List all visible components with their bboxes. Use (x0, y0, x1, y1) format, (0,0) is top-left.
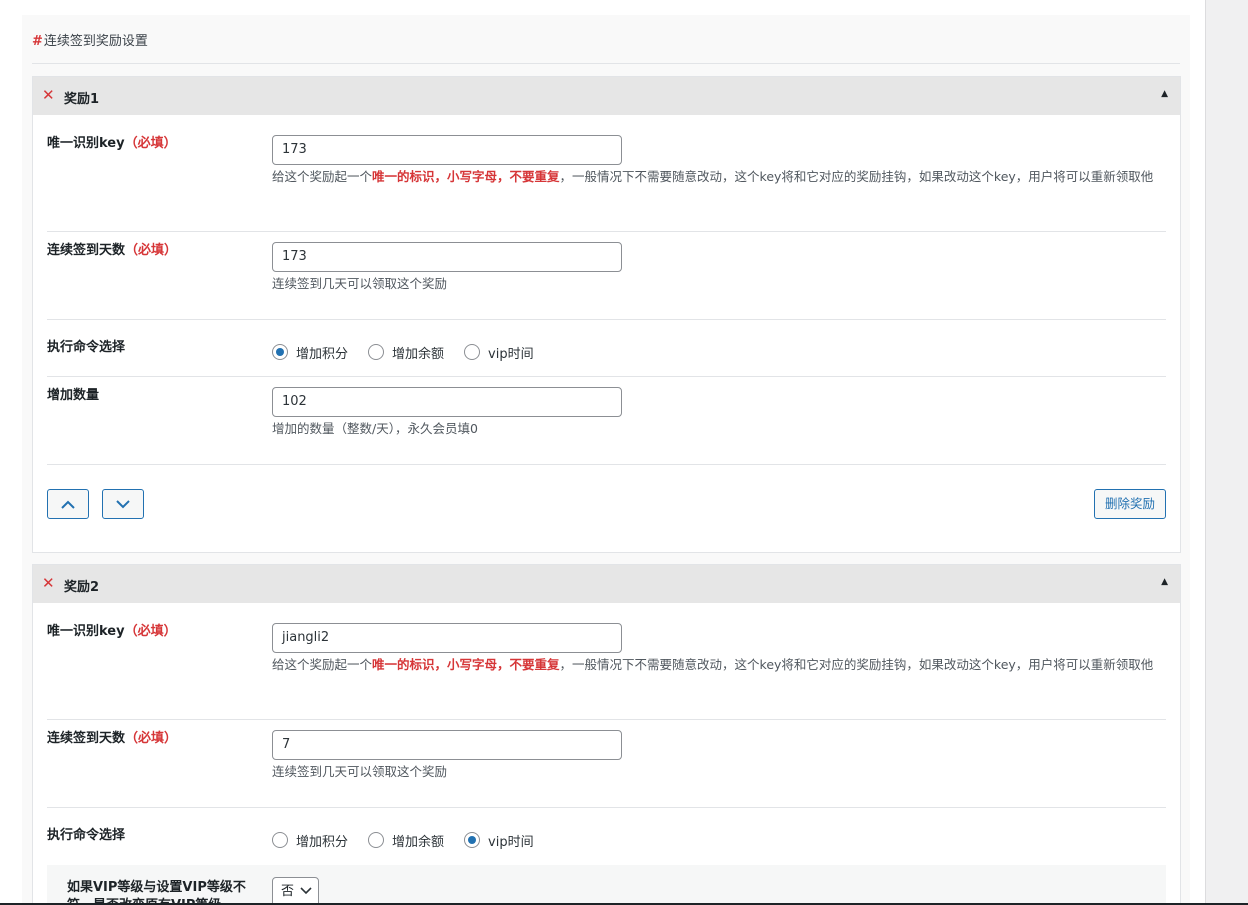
divider (47, 719, 1166, 720)
group-header[interactable]: ✕ 奖励2 ▲ (33, 565, 1180, 603)
section-hash: # (32, 34, 43, 49)
option-balance[interactable]: 增加余额 (368, 343, 444, 362)
divider (32, 63, 1180, 64)
option-points[interactable]: 增加积分 (272, 343, 348, 362)
collapse-icon[interactable]: ▲ (1161, 577, 1168, 587)
command-label: 执行命令选择 (47, 340, 126, 355)
reward-section: #连续签到奖励设置 ✕ 奖励1 ▲ 唯一识别key（必填） 173 给这个奖励起… (22, 15, 1190, 905)
amount-input[interactable]: 102 (272, 387, 622, 417)
key-description: 给这个奖励起一个唯一的标识，小写字母，不要重复，一般情况下不需要随意改动，这个k… (272, 657, 1154, 672)
radio-icon[interactable] (368, 344, 385, 360)
days-description: 连续签到几天可以领取这个奖励 (272, 764, 448, 779)
radio-checked-icon[interactable] (272, 344, 288, 360)
divider (47, 319, 1166, 320)
reward-group-1: ✕ 奖励1 ▲ 唯一识别key（必填） 173 给这个奖励起一个唯一的标识，小写… (32, 76, 1181, 553)
radio-icon[interactable] (464, 344, 481, 360)
divider (47, 376, 1166, 377)
chevron-down-icon (116, 499, 130, 508)
radio-checked-icon[interactable] (464, 832, 481, 848)
days-label: 连续签到天数（必填） (47, 243, 178, 258)
option-points[interactable]: 增加积分 (272, 831, 348, 850)
vip-level-row: 如果VIP等级与设置VIP等级不符，是否改变原有VIP等级 否 (47, 865, 1166, 905)
amount-description: 增加的数量（整数/天），永久会员填0 (272, 421, 478, 436)
remove-icon[interactable]: ✕ (42, 575, 55, 591)
days-input[interactable]: 7 (272, 730, 622, 760)
move-down-button[interactable] (102, 489, 144, 519)
section-title: #连续签到奖励设置 (32, 30, 148, 49)
remove-icon[interactable]: ✕ (42, 87, 55, 103)
key-label: 唯一识别key（必填） (47, 624, 177, 639)
settings-panel: #连续签到奖励设置 ✕ 奖励1 ▲ 唯一识别key（必填） 173 给这个奖励起… (0, 0, 1206, 905)
key-input[interactable]: jiangli2 (272, 623, 622, 653)
command-options: 增加积分 增加余额 vip时间 (272, 342, 1166, 362)
delete-reward-button[interactable]: 删除奖励 (1093, 489, 1166, 519)
key-input[interactable]: 173 (272, 135, 622, 165)
divider (47, 464, 1166, 465)
divider (47, 231, 1166, 232)
move-up-button[interactable] (47, 489, 89, 519)
chevron-down-icon (300, 887, 312, 895)
vip-level-label: 如果VIP等级与设置VIP等级不符，是否改变原有VIP等级 (67, 880, 246, 905)
collapse-icon[interactable]: ▲ (1161, 89, 1168, 99)
key-label: 唯一识别key（必填） (47, 136, 177, 151)
amount-label: 增加数量 (47, 388, 100, 403)
days-description: 连续签到几天可以领取这个奖励 (272, 276, 448, 291)
reward-group-2: ✕ 奖励2 ▲ 唯一识别key（必填） jiangli2 给这个奖励起一个唯一的… (32, 564, 1181, 905)
option-vip[interactable]: vip时间 (464, 831, 534, 850)
section-title-text: 连续签到奖励设置 (43, 34, 148, 49)
command-label: 执行命令选择 (47, 828, 126, 843)
days-label: 连续签到天数（必填） (47, 731, 178, 746)
days-input[interactable]: 173 (272, 242, 622, 272)
group-title: 奖励1 (64, 92, 100, 107)
group-header[interactable]: ✕ 奖励1 ▲ (33, 77, 1180, 115)
key-description: 给这个奖励起一个唯一的标识，小写字母，不要重复，一般情况下不需要随意改动，这个k… (272, 169, 1154, 184)
chevron-up-icon (61, 500, 75, 509)
radio-icon[interactable] (272, 832, 288, 848)
divider (47, 807, 1166, 808)
option-balance[interactable]: 增加余额 (368, 831, 444, 850)
radio-icon[interactable] (368, 832, 385, 848)
command-options: 增加积分 增加余额 vip时间 (272, 830, 1166, 850)
option-vip[interactable]: vip时间 (464, 343, 534, 362)
vip-level-select[interactable]: 否 (272, 877, 319, 905)
group-title: 奖励2 (64, 580, 100, 595)
